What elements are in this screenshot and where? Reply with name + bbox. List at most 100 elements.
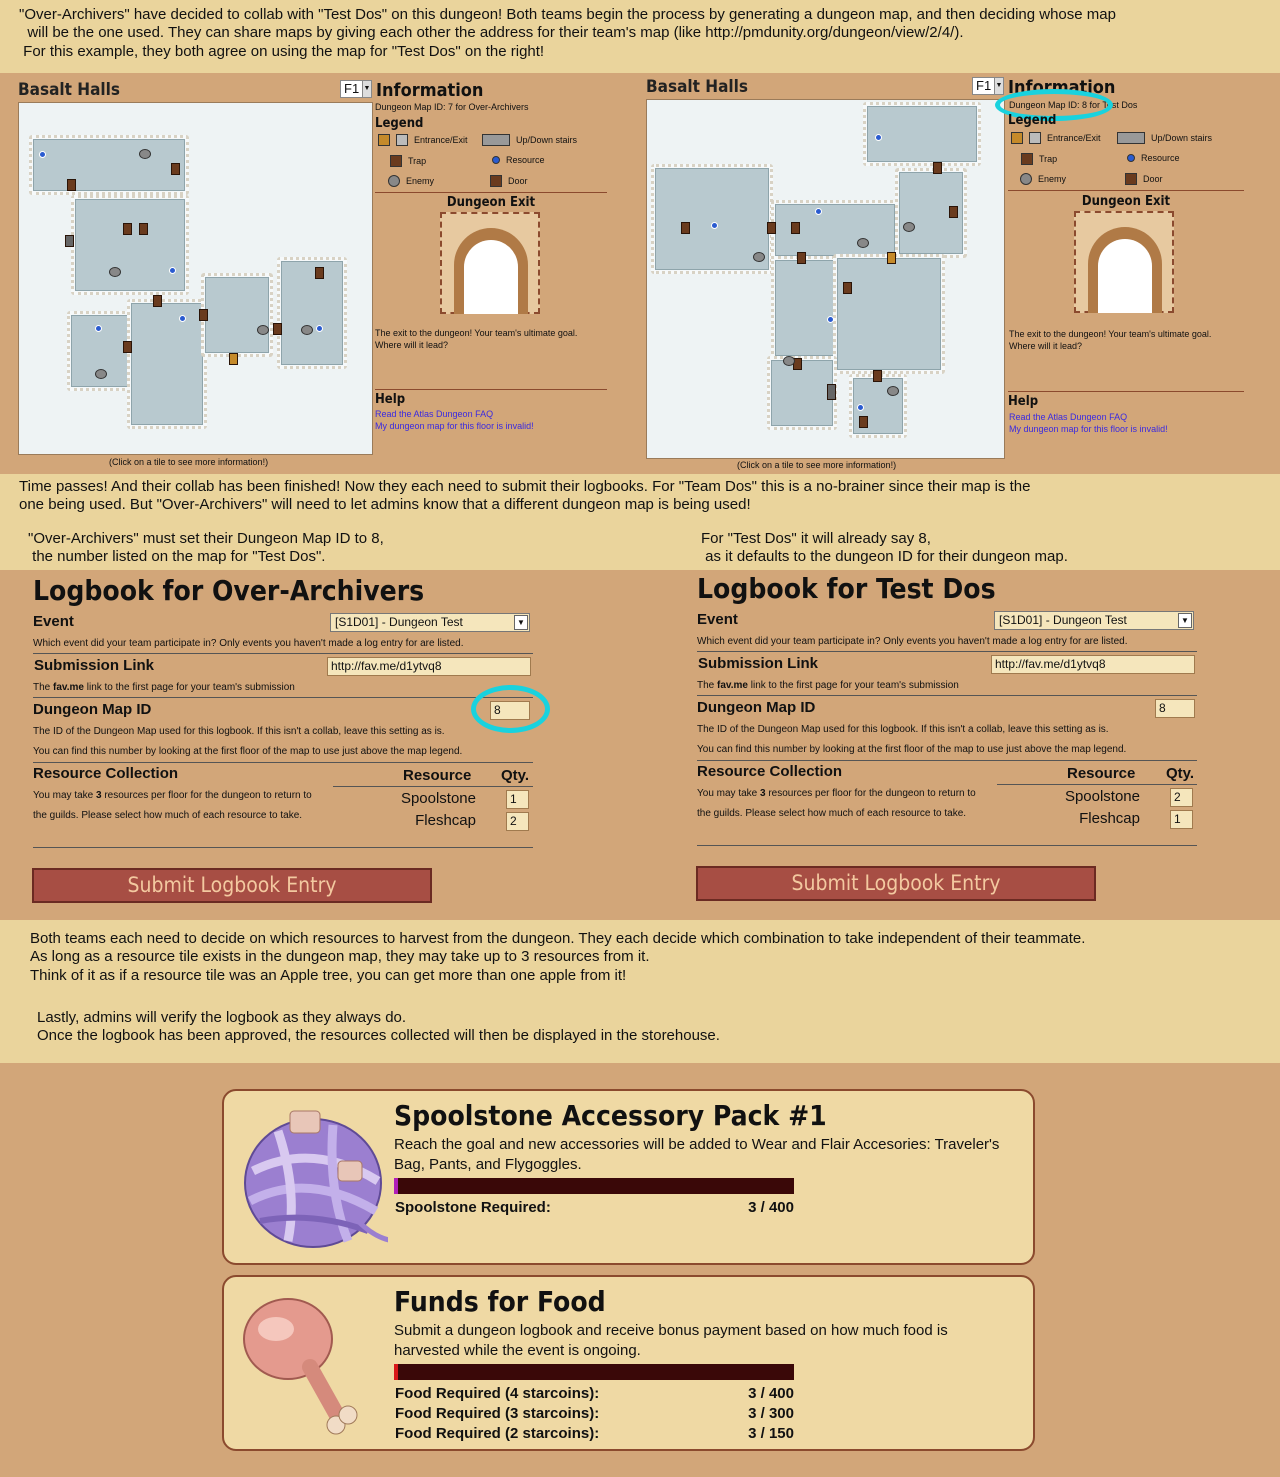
divider [697,845,1197,846]
submit-logbook-button[interactable]: Submit Logbook Entry [696,866,1096,901]
map-title: Basalt Halls [18,80,120,100]
dungeon-map[interactable] [646,99,1005,459]
door-icon[interactable] [273,323,282,335]
legend-entrance: Entrance/Exit [1011,132,1101,144]
resource-icon[interactable] [711,222,718,229]
entrance-icon[interactable] [229,353,238,365]
desc-bold: fav.me [717,680,748,691]
door-icon[interactable] [67,179,76,191]
submit-logbook-button[interactable]: Submit Logbook Entry [32,868,432,903]
legend-label: Enemy [1038,174,1067,184]
door-icon[interactable] [843,282,852,294]
door-icon[interactable] [123,223,132,235]
stairs-icon[interactable] [827,384,836,400]
progress-bar [394,1364,794,1380]
divider [1008,391,1244,392]
atlas-faq-link[interactable]: Read the Atlas Dungeon FAQ [375,409,493,419]
card-title: Spoolstone Accessory Pack #1 [394,1099,827,1132]
map-caption: (Click on a tile to see more information… [737,460,897,470]
door-icon[interactable] [139,223,148,235]
door-icon[interactable] [123,341,132,353]
exit-icon [396,134,408,146]
legend-label: Entrance/Exit [1047,133,1101,143]
enemy-icon[interactable] [95,369,107,379]
resource-icon[interactable] [39,151,46,158]
entrance-icon [1011,132,1023,144]
event-select[interactable]: [S1D01] - Dungeon Test ▼ [994,611,1194,630]
divider [33,847,533,848]
submission-link-input[interactable]: http://fav.me/d1ytvq8 [327,657,531,676]
chevron-down-icon: ▼ [362,81,371,97]
door-icon[interactable] [171,163,180,175]
enemy-icon[interactable] [301,325,313,335]
legend-heading: Legend [1008,113,1057,128]
resource-col-header: Resource [1067,765,1136,782]
stairs-icon[interactable] [65,235,74,247]
enemy-icon[interactable] [257,325,269,335]
enemy-icon[interactable] [109,267,121,277]
resource-icon[interactable] [875,134,882,141]
enemy-icon[interactable] [857,238,869,248]
enemy-icon[interactable] [753,252,765,262]
enemy-icon[interactable] [783,356,795,366]
floor-value: F1 [344,81,360,96]
door-icon[interactable] [315,267,324,279]
qty-input-spoolstone[interactable]: 1 [506,790,529,809]
door-icon[interactable] [873,370,882,382]
invalid-map-link[interactable]: My dungeon map for this floor is invalid… [1009,424,1168,434]
entrance-icon[interactable] [887,252,896,264]
intro-line-3: For this example, they both agree on usi… [19,43,545,60]
door-icon[interactable] [933,162,942,174]
dungeon-exit-image [440,212,540,314]
dungeon-map-id-input[interactable]: 8 [1155,699,1195,718]
legend-stairs: Up/Down stairs [1117,132,1212,144]
legend-entrance: Entrance/Exit [378,134,468,146]
legend-label: Enemy [406,176,435,186]
resource-icon[interactable] [316,325,323,332]
chevron-down-icon: ▼ [514,615,528,630]
divider [33,653,533,654]
invalid-map-link[interactable]: My dungeon map for this floor is invalid… [375,421,534,431]
card-description: Reach the goal and new accessories will … [394,1136,1000,1173]
door-icon[interactable] [859,416,868,428]
door-icon[interactable] [949,206,958,218]
resource-icon[interactable] [179,315,186,322]
resource-icon[interactable] [95,325,102,332]
floor-select[interactable]: F1 ▼ [972,77,1004,95]
event-select[interactable]: [S1D01] - Dungeon Test ▼ [330,613,530,632]
door-icon[interactable] [199,309,208,321]
mid-line-1: Time passes! And their collab has been f… [19,478,1031,495]
resource-icon[interactable] [815,208,822,215]
door-icon[interactable] [791,222,800,234]
qty-input-fleshcap[interactable]: 1 [1170,810,1193,829]
floor-select[interactable]: F1 ▼ [340,80,372,98]
enemy-icon[interactable] [903,222,915,232]
exit-text-2: Where will it lead? [375,340,449,350]
card-description: Submit a dungeon logbook and receive bon… [394,1322,948,1359]
entrance-icon [378,134,390,146]
qty-input-spoolstone[interactable]: 2 [1170,788,1193,807]
mid-right-1: For "Test Dos" it will already say 8, [701,530,931,547]
door-icon[interactable] [797,252,806,264]
resource-icon[interactable] [857,404,864,411]
exit-text-2: Where will it lead? [1009,341,1083,351]
resource-icon[interactable] [827,316,834,323]
desc-bold: fav.me [53,682,84,693]
dungeon-map[interactable] [18,102,373,455]
door-icon[interactable] [767,222,776,234]
resource-collection-desc: You may take 3 resources per floor for t… [697,784,977,824]
event-desc: Which event did your team participate in… [697,636,1128,647]
qty-input-fleshcap[interactable]: 2 [506,812,529,831]
trap-icon [1021,153,1033,165]
door-icon[interactable] [681,222,690,234]
exit-icon [1029,132,1041,144]
dungeon-exit-image [1074,211,1174,313]
intro-line-2: will be the one used. They can share map… [19,24,964,41]
resource-icon[interactable] [169,267,176,274]
atlas-faq-link[interactable]: Read the Atlas Dungeon FAQ [1009,412,1127,422]
enemy-icon[interactable] [139,149,151,159]
legend-label: Trap [408,156,427,166]
enemy-icon[interactable] [887,386,899,396]
door-icon[interactable] [153,295,162,307]
submission-link-input[interactable]: http://fav.me/d1ytvq8 [991,655,1195,674]
